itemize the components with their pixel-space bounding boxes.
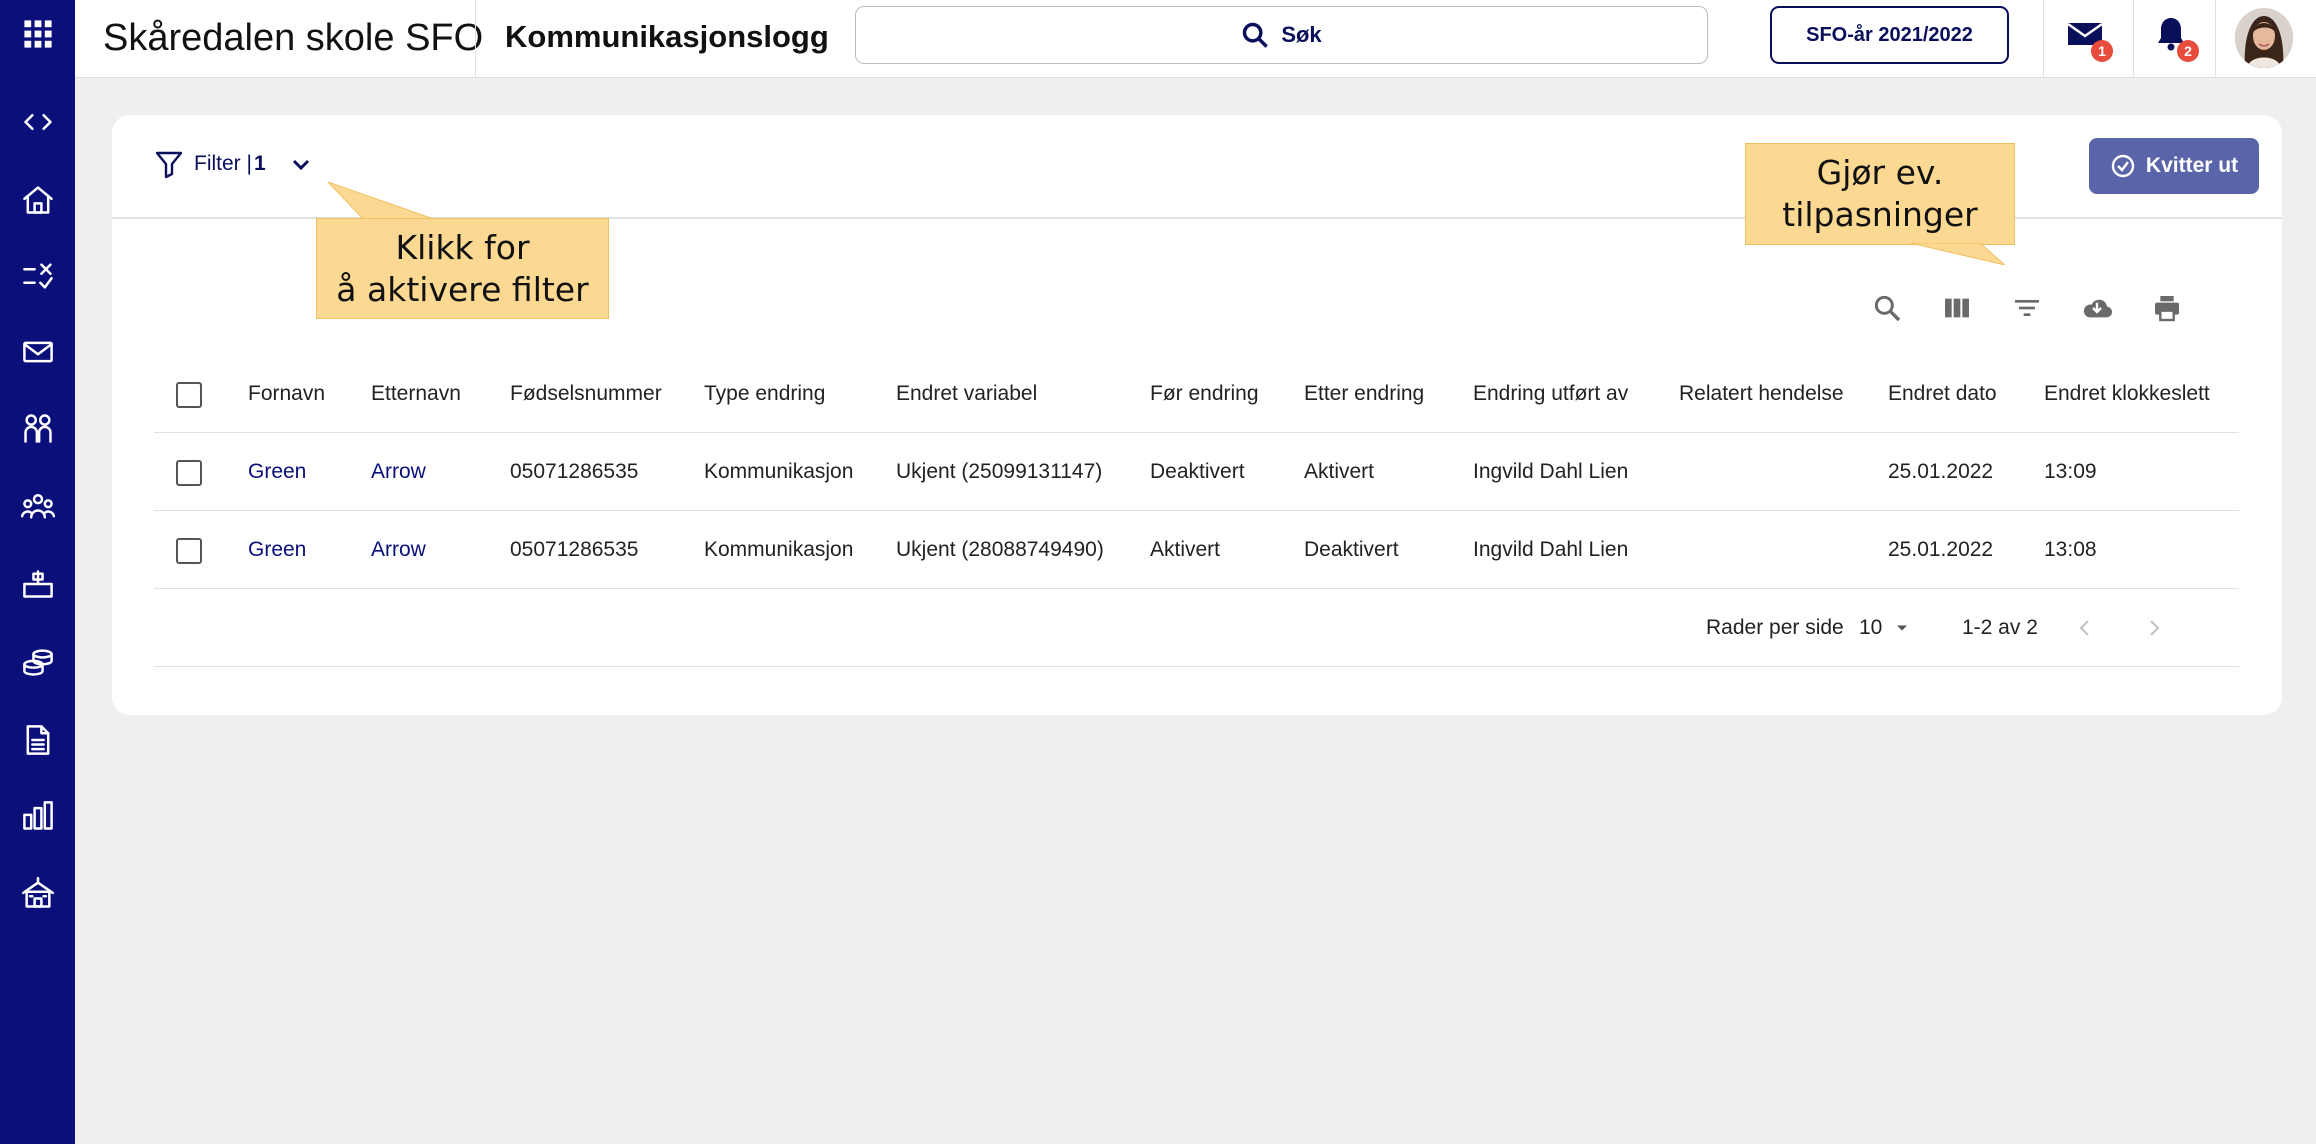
- row-checkbox[interactable]: [176, 460, 202, 486]
- table-cell: Deaktivert: [1304, 538, 1399, 561]
- page-title: Kommunikasjonslogg: [505, 19, 829, 54]
- document-icon[interactable]: [0, 710, 75, 770]
- sidebar: [0, 0, 75, 1144]
- column-header[interactable]: Relatert hendelse: [1679, 355, 1844, 433]
- table-cell: 13:08: [2044, 538, 2097, 561]
- kvitter-ut-button[interactable]: Kvitter ut: [2089, 138, 2259, 194]
- column-header[interactable]: Endret variabel: [896, 355, 1037, 433]
- school-name[interactable]: Skåredalen skole SFO: [103, 14, 483, 62]
- group-icon[interactable]: [0, 476, 75, 536]
- notification-badge: 2: [2177, 40, 2199, 62]
- filter-label: Filter |: [194, 152, 252, 175]
- columns-icon[interactable]: [1939, 290, 1975, 326]
- table-cell: Kommunikasjon: [704, 538, 854, 561]
- dropdown-arrow-icon: [1897, 625, 1908, 631]
- table-row[interactable]: Green Arrow 05071286535 Kommunikasjon Uk…: [154, 433, 2239, 511]
- adjust-hint-callout: Gjør ev. tilpasninger: [1745, 143, 2015, 245]
- table-cell: Deaktivert: [1150, 460, 1245, 483]
- column-header[interactable]: Fornavn: [248, 355, 325, 433]
- last-name-link[interactable]: Arrow: [371, 511, 426, 589]
- callout-pointer: [1910, 243, 2005, 265]
- page-range: 1-2 av 2: [1962, 616, 2038, 639]
- top-bar: Skåredalen skole SFO Kommunikasjonslogg …: [75, 0, 2316, 78]
- table-cell: Aktivert: [1150, 538, 1221, 561]
- search-field[interactable]: Søk: [855, 6, 1708, 64]
- filter-toggle[interactable]: Filter | 1: [154, 149, 314, 179]
- filter-funnel-icon: [155, 151, 183, 179]
- print-icon[interactable]: [2149, 290, 2185, 326]
- cloud-download-icon[interactable]: [2079, 290, 2115, 326]
- header-divider: [2133, 0, 2134, 78]
- search-icon[interactable]: [1869, 290, 1905, 326]
- column-header[interactable]: Etternavn: [371, 355, 461, 433]
- desk-icon[interactable]: [0, 554, 75, 614]
- search-icon: [1243, 22, 1269, 48]
- filter-hint-callout: Klikk for å aktivere filter: [316, 218, 609, 319]
- school-year-button[interactable]: SFO-år 2021/2022: [1770, 6, 2009, 64]
- kvitter-ut-label: Kvitter ut: [2145, 154, 2239, 177]
- table-cell: 05071286535: [510, 538, 639, 561]
- header-divider: [2215, 0, 2216, 78]
- rows-per-page-select[interactable]: 10: [1859, 589, 1912, 667]
- filter-count: 1: [253, 152, 266, 175]
- user-avatar[interactable]: [2235, 8, 2293, 68]
- rows-per-page-value: 10: [1859, 616, 1883, 639]
- table-cell: Ukjent (28088749490): [896, 538, 1104, 561]
- search-label: Søk: [1281, 22, 1322, 47]
- table-cell: 25.01.2022: [1888, 460, 1994, 483]
- table-header: Fornavn Etternavn Fødselsnummer Type end…: [154, 355, 2239, 433]
- column-header[interactable]: Endret klokkeslett: [2044, 355, 2210, 433]
- next-page-icon[interactable]: [2142, 616, 2166, 640]
- notifications-button[interactable]: 2: [2151, 14, 2199, 62]
- column-header[interactable]: Etter endring: [1304, 355, 1424, 433]
- code-toggle-icon[interactable]: [0, 92, 75, 152]
- table-row[interactable]: Green Arrow 05071286535 Kommunikasjon Uk…: [154, 511, 2239, 589]
- checklist-icon[interactable]: [0, 246, 75, 306]
- table-cell: Aktivert: [1304, 460, 1375, 483]
- school-icon[interactable]: [0, 864, 75, 924]
- row-checkbox[interactable]: [176, 538, 202, 564]
- people-icon[interactable]: [0, 398, 75, 458]
- messages-button[interactable]: 1: [2065, 14, 2113, 62]
- apps-grid-icon[interactable]: [0, 4, 75, 64]
- rows-per-page-label: Rader per side: [1706, 616, 1844, 639]
- table-cell: Ingvild Dahl Lien: [1473, 538, 1629, 561]
- mail-badge: 1: [2091, 40, 2113, 62]
- column-header[interactable]: Endring utført av: [1473, 355, 1628, 433]
- header-divider: [475, 0, 476, 78]
- select-all-checkbox[interactable]: [176, 382, 202, 408]
- chevron-down-icon: [292, 159, 309, 171]
- filter-list-icon[interactable]: [2009, 290, 2045, 326]
- check-circle-icon: [2111, 154, 2135, 178]
- column-header[interactable]: Før endring: [1150, 355, 1259, 433]
- coins-icon[interactable]: [0, 632, 75, 692]
- table-cell: Ukjent (25099131147): [896, 460, 1103, 483]
- pagination: Rader per side 10 1-2 av 2: [154, 589, 2239, 667]
- column-header[interactable]: Fødselsnummer: [510, 355, 662, 433]
- home-icon[interactable]: [0, 170, 75, 230]
- header-divider: [2043, 0, 2044, 78]
- previous-page-icon[interactable]: [2073, 616, 2097, 640]
- table-cell: Ingvild Dahl Lien: [1473, 460, 1629, 483]
- table-cell: 25.01.2022: [1888, 538, 1994, 561]
- first-name-link[interactable]: Green: [248, 511, 306, 589]
- column-header[interactable]: Endret dato: [1888, 355, 1997, 433]
- mail-icon[interactable]: [0, 322, 75, 382]
- table-cell: 05071286535: [510, 460, 639, 483]
- column-header[interactable]: Type endring: [704, 355, 825, 433]
- table-cell: 13:09: [2044, 460, 2097, 483]
- table-cell: Kommunikasjon: [704, 460, 854, 483]
- first-name-link[interactable]: Green: [248, 433, 306, 511]
- last-name-link[interactable]: Arrow: [371, 433, 426, 511]
- bar-chart-icon[interactable]: [0, 786, 75, 846]
